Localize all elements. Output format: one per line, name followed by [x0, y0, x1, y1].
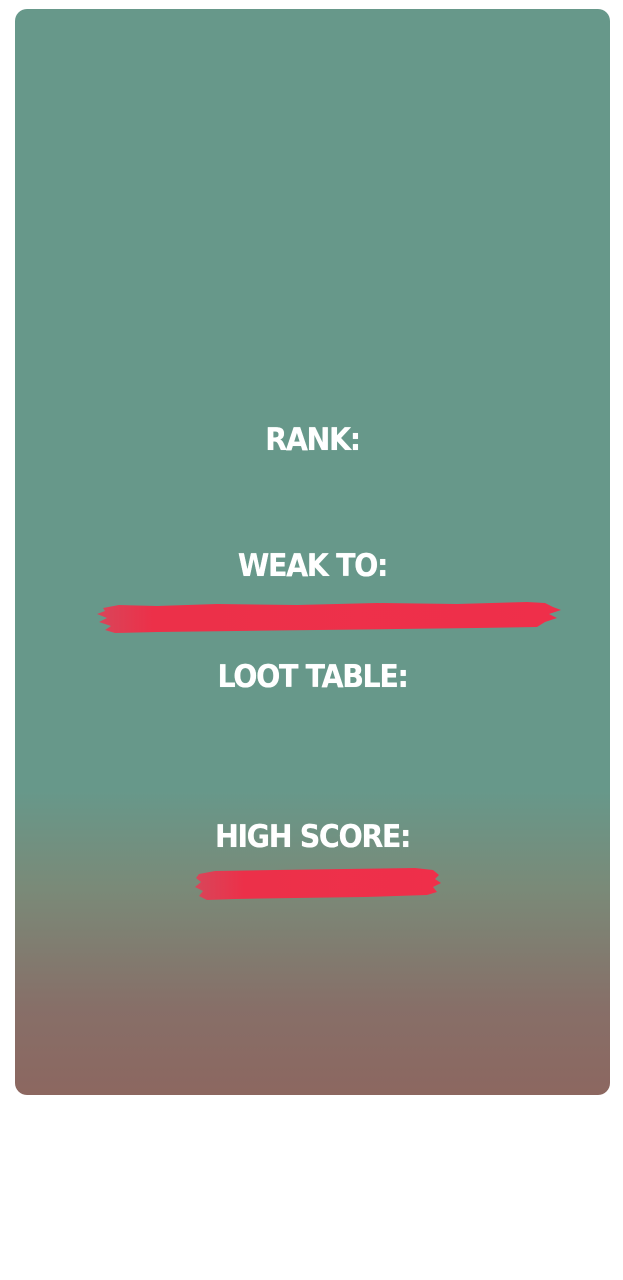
loot-table-label: LOOT TABLE:: [217, 659, 409, 695]
rank-label: RANK:: [265, 422, 361, 458]
high-score-brush-stroke: [195, 868, 441, 900]
monster-info-card: RANK: WEAK TO: LOOT TABLE: HIGH SCORE:: [15, 9, 610, 1095]
high-score-label: HIGH SCORE:: [214, 819, 411, 855]
weak-to-label: WEAK TO:: [237, 548, 388, 584]
weak-to-brush-stroke: [97, 602, 561, 633]
